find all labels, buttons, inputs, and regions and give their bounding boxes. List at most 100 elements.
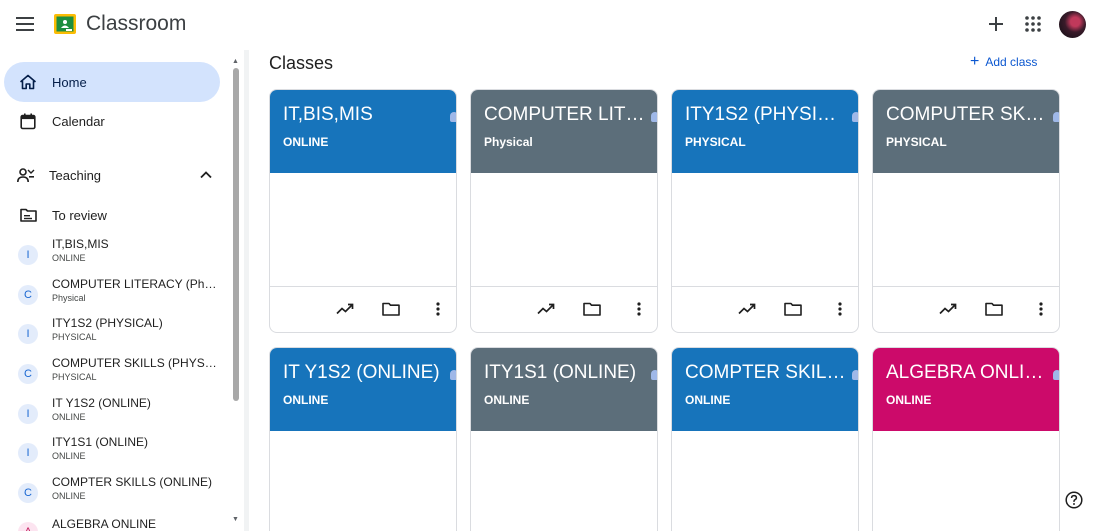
sidebar-item-teaching[interactable]: Teaching [4,155,220,195]
class-card-title[interactable]: ITY1S2 (PHYSICAL) [685,104,847,126]
gradebook-button[interactable] [334,298,356,320]
class-card-header[interactable]: ITY1S1 (ONLINE) ONLINE [471,348,657,431]
sidebar-class-item[interactable]: C COMPUTER LITERACY (Physical) Physical [4,275,220,315]
sidebar-class-item[interactable]: C COMPUTER SKILLS (PHYSICAL) PHYSICAL [4,354,220,394]
class-card-header[interactable]: ITY1S2 (PHYSICAL) PHYSICAL [672,90,858,173]
sidebar-item-label: Calendar [52,113,105,129]
class-card-header[interactable]: IT Y1S2 (ONLINE) ONLINE [270,348,456,431]
class-card-section: PHYSICAL [886,135,947,149]
add-class-label: Add class [985,55,1038,69]
folder-button[interactable] [782,298,804,320]
class-card[interactable]: COMPUTER SKILLS (PHYSICAL) PHYSICAL [872,89,1060,333]
people-icon [852,370,858,380]
class-name: COMPTER SKILLS (ONLINE) [52,475,213,489]
class-card-section: ONLINE [283,393,329,407]
class-avatar-letter: C [18,364,38,384]
class-card[interactable]: COMPUTER LITERACY (Physical) Physical [470,89,658,333]
class-card-section: ONLINE [484,393,530,407]
class-card-actions [471,286,657,332]
class-card[interactable]: IT Y1S2 (ONLINE) ONLINE [269,347,457,531]
more-vert-button[interactable] [628,298,650,320]
sidebar-class-item[interactable]: I ITY1S2 (PHYSICAL) PHYSICAL [4,314,220,354]
class-card-header[interactable]: COMPUTER SKILLS (PHYSICAL) PHYSICAL [873,90,1059,173]
class-card[interactable]: ITY1S2 (PHYSICAL) PHYSICAL [671,89,859,333]
people-icon [651,370,657,380]
sidebar-item-to-review[interactable]: To review [4,195,220,235]
class-card-title[interactable]: COMPUTER LITERACY (Physical) [484,104,646,126]
class-card-actions [672,286,858,332]
google-apps-button[interactable] [1021,12,1045,36]
class-avatar-letter: C [18,285,38,305]
create-or-join-button[interactable] [984,12,1008,36]
class-avatar-letter: I [18,245,38,265]
class-section: PHYSICAL [52,372,97,382]
sidebar-item-label: Teaching [49,167,102,183]
help-button[interactable] [1063,489,1085,511]
class-card-header[interactable]: COMPUTER LITERACY (Physical) Physical [471,90,657,173]
app-title[interactable]: Classroom [86,12,186,36]
sidebar-class-item[interactable]: I IT Y1S2 (ONLINE) ONLINE [4,394,220,434]
class-card-actions [270,286,456,332]
class-card-title[interactable]: COMPUTER SKILLS (PHYSICAL) [886,104,1048,126]
sidebar-class-item[interactable]: I ITY1S1 (ONLINE) ONLINE [4,433,220,473]
sidebar-scrollbar[interactable]: ▲ ▼ [231,58,241,531]
class-section: ONLINE [52,451,86,461]
plus-icon: + [970,53,980,70]
scroll-up-icon[interactable]: ▲ [232,58,239,65]
folder-button[interactable] [380,298,402,320]
class-card-title[interactable]: IT,BIS,MIS [283,104,445,126]
home-icon [18,72,38,92]
class-card-section: ONLINE [886,393,932,407]
classroom-logo-icon[interactable] [54,14,76,34]
class-card-header[interactable]: ALGEBRA ONLINE ONLINE [873,348,1059,431]
scroll-down-icon[interactable]: ▼ [232,516,239,523]
sidebar-class-item[interactable]: A ALGEBRA ONLINE [4,512,220,531]
more-vert-button[interactable] [427,298,449,320]
folder-button[interactable] [581,298,603,320]
help-icon [1065,491,1083,509]
gradebook-icon [738,303,756,315]
class-card[interactable]: ITY1S1 (ONLINE) ONLINE [470,347,658,531]
class-card-section: ONLINE [685,393,731,407]
folder-icon [583,302,601,316]
sidebar-class-item[interactable]: C COMPTER SKILLS (ONLINE) ONLINE [4,473,220,513]
class-card[interactable]: COMPTER SKILLS (ONLINE) ONLINE [671,347,859,531]
class-name: ALGEBRA ONLINE [52,517,157,531]
class-card-title[interactable]: IT Y1S2 (ONLINE) [283,362,445,384]
top-app-bar: Classroom [0,0,1100,50]
class-card-title[interactable]: ITY1S1 (ONLINE) [484,362,646,384]
gradebook-button[interactable] [736,298,758,320]
more-vert-icon [1039,302,1043,316]
more-vert-icon [637,302,641,316]
class-avatar-letter: C [18,483,38,503]
sidebar-item-home[interactable]: Home [4,62,220,102]
more-vert-button[interactable] [829,298,851,320]
class-name: ITY1S2 (PHYSICAL) [52,316,163,330]
class-avatar-letter: I [18,324,38,344]
people-icon [450,112,456,122]
sidebar-item-calendar[interactable]: Calendar [4,101,220,141]
class-avatar-letter: I [18,443,38,463]
sidebar-class-item[interactable]: I IT,BIS,MIS ONLINE [4,235,220,275]
people-icon [651,112,657,122]
plus-icon [989,17,1003,31]
class-card-title[interactable]: ALGEBRA ONLINE [886,362,1048,384]
scrollbar-thumb[interactable] [233,68,239,401]
main-menu-button[interactable] [13,12,37,36]
add-class-button[interactable]: + Add class [970,53,1038,70]
account-avatar[interactable] [1059,11,1086,38]
class-card[interactable]: ALGEBRA ONLINE ONLINE [872,347,1060,531]
chevron-up-icon[interactable] [198,167,214,183]
class-name: ITY1S1 (ONLINE) [52,435,149,449]
gradebook-button[interactable] [937,298,959,320]
more-vert-button[interactable] [1030,298,1052,320]
people-icon [1053,370,1059,380]
gradebook-button[interactable] [535,298,557,320]
section-title: Classes [269,53,334,73]
class-card-header[interactable]: IT,BIS,MIS ONLINE [270,90,456,173]
class-card[interactable]: IT,BIS,MIS ONLINE [269,89,457,333]
class-card-title[interactable]: COMPTER SKILLS (ONLINE) [685,362,847,384]
class-card-header[interactable]: COMPTER SKILLS (ONLINE) ONLINE [672,348,858,431]
folder-button[interactable] [983,298,1005,320]
sidebar-item-label: Home [52,74,87,90]
